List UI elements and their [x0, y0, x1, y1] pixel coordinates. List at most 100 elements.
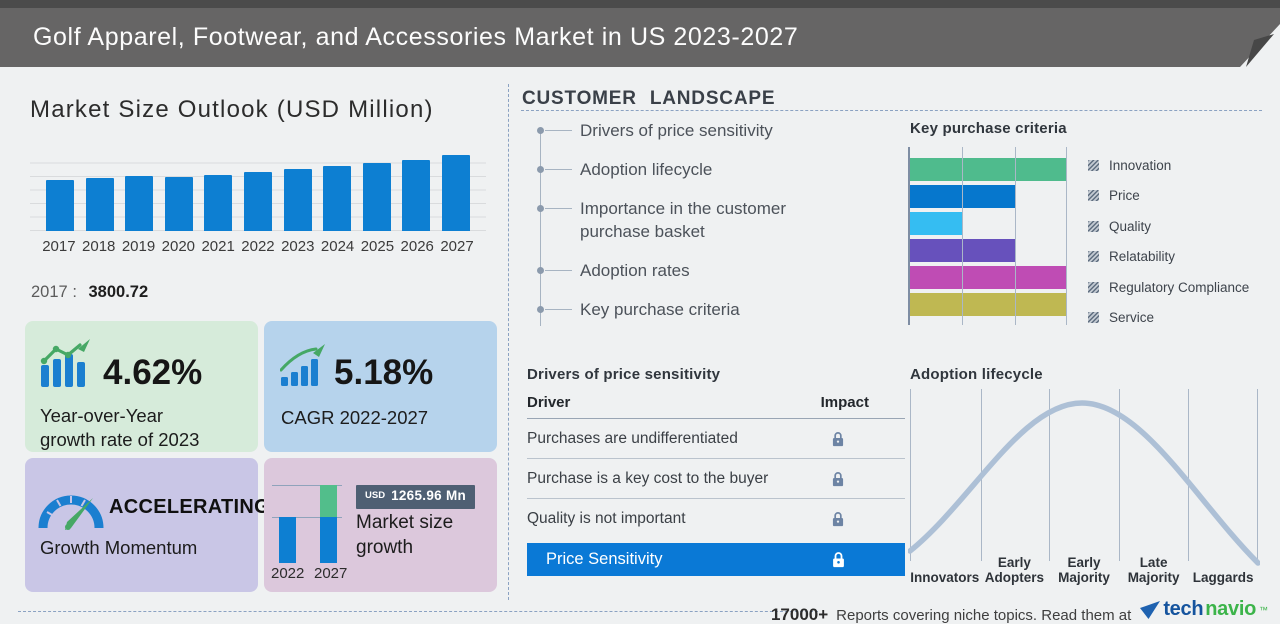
bullet-dot-icon: [537, 205, 544, 212]
kpc-legend-label: Innovation: [1109, 158, 1171, 173]
bullet-dot-icon: [537, 267, 544, 274]
mini-bar-2027-growth: [320, 485, 337, 517]
market-size-bar: [402, 160, 430, 232]
lock-icon: [831, 471, 847, 487]
cagr-label: CAGR 2022-2027: [281, 406, 428, 430]
column-impact: Impact: [821, 394, 869, 411]
customer-landscape-item: Adoption rates: [540, 259, 840, 282]
legend-hatch-marker-icon: [1088, 160, 1099, 171]
growth-amount-badge: USD 1265.96 Mn: [356, 485, 475, 509]
footer: 17000+ Reports covering niche topics. Re…: [771, 598, 1268, 624]
page-title: Golf Apparel, Footwear, and Accessories …: [33, 23, 798, 52]
bullet-connector: [545, 309, 572, 310]
report-count: 17000+: [771, 605, 828, 624]
key-purchase-criteria-legend: InnovationPriceQualityRelatabilityRegula…: [1088, 150, 1249, 333]
badge-amount: 1265.96 Mn: [391, 488, 466, 503]
market-size-bar: [125, 176, 153, 231]
customer-landscape-item-label: Key purchase criteria: [580, 300, 740, 319]
year-tick-label: 2026: [397, 238, 437, 255]
price-sensitivity-rows: Purchases are undifferentiatedPurchase i…: [527, 419, 905, 538]
driver-label: Purchase is a key cost to the buyer: [527, 470, 768, 488]
cagr-value: 5.18%: [334, 353, 433, 393]
kpc-bar-innovation: [910, 158, 1067, 181]
kpc-legend-label: Price: [1109, 188, 1140, 203]
momentum-value: ACCELERATING: [109, 496, 270, 519]
bullet-connector: [545, 208, 572, 209]
lock-icon: [831, 431, 847, 447]
market-size-bar: [165, 177, 193, 231]
legend-hatch-marker-icon: [1088, 282, 1099, 293]
market-size-callout: 2017 : 3800.72: [31, 283, 148, 302]
market-size-title: Market Size Outlook (USD Million): [30, 96, 434, 124]
kpc-legend-label: Regulatory Compliance: [1109, 280, 1249, 295]
year-tick-label: 2021: [198, 238, 238, 255]
kpc-legend-item: Innovation: [1088, 150, 1249, 181]
cagr-card: 5.18% CAGR 2022-2027: [264, 321, 497, 452]
yoy-label: Year-over-Year growth rate of 2023: [40, 404, 199, 452]
logo-navio: navio: [1205, 598, 1256, 621]
kpc-bar-regulatory-compliance: [910, 266, 1067, 289]
customer-landscape-list: Drivers of price sensitivity Adoption lif…: [540, 119, 840, 337]
kpc-legend-item: Service: [1088, 303, 1249, 334]
footer-message: Reports covering niche topics. Read them…: [836, 607, 1131, 624]
price-sensitivity-title: Drivers of price sensitivity: [527, 366, 720, 383]
bullet-dot-icon: [537, 166, 544, 173]
lock-icon: [831, 551, 847, 568]
year-tick-label: 2023: [278, 238, 318, 255]
customer-landscape-item: Importance in the customer purchase bask…: [540, 197, 840, 243]
bullet-dot-icon: [537, 127, 544, 134]
mini-year-2022: 2022: [271, 565, 304, 582]
market-size-bar: [442, 155, 470, 232]
market-size-chart: [30, 150, 486, 231]
customer-landscape-item-label: Adoption rates: [580, 261, 690, 280]
price-sensitivity-highlight-row: Price Sensitivity: [527, 543, 905, 576]
year-tick-label: 2024: [318, 238, 358, 255]
legend-hatch-marker-icon: [1088, 190, 1099, 201]
growth-momentum-card: ACCELERATING Growth Momentum: [25, 458, 258, 592]
year-tick-label: 2018: [79, 238, 119, 255]
adoption-stage-label: Early Majority: [1049, 555, 1119, 585]
bullet-connector: [545, 130, 572, 131]
adoption-lifecycle-title: Adoption lifecycle: [910, 366, 1043, 383]
adoption-stage-label: Innovators: [910, 570, 980, 585]
customer-landscape-item-label: Drivers of price sensitivity: [580, 121, 773, 140]
callout-year: 2017: [31, 283, 68, 301]
bullet-dot-icon: [537, 306, 544, 313]
customer-landscape-item-label: Adoption lifecycle: [580, 160, 712, 179]
page-corner-fold-icon: [1190, 0, 1280, 67]
customer-landscape-item-label: Importance in the customer purchase bask…: [580, 199, 786, 241]
mini-year-2027: 2027: [314, 565, 347, 582]
callout-separator: :: [72, 283, 77, 301]
infographic-page: Golf Apparel, Footwear, and Accessories …: [0, 0, 1280, 624]
mini-bar-2027-base: [320, 517, 337, 563]
technavio-logo[interactable]: technavio™: [1139, 598, 1268, 621]
customer-landscape-item: Drivers of price sensitivity: [540, 119, 840, 142]
market-size-bar: [244, 172, 272, 231]
section-divider: [508, 84, 509, 600]
bar-trend-icon: [38, 337, 94, 389]
momentum-label: Growth Momentum: [40, 536, 197, 560]
year-tick-label: 2019: [119, 238, 159, 255]
price-sensitivity-row: Purchase is a key cost to the buyer: [527, 459, 905, 499]
bullet-connector: [545, 169, 572, 170]
yoy-value: 4.62%: [103, 353, 202, 393]
adoption-lifecycle-chart: InnovatorsEarly AdoptersEarly MajorityLa…: [908, 389, 1260, 585]
market-size-bar: [284, 169, 312, 231]
market-size-year-axis: 2017201820192020202120222023202420252026…: [30, 238, 486, 255]
header-bar: Golf Apparel, Footwear, and Accessories …: [0, 0, 1280, 67]
logo-trademark: ™: [1259, 605, 1268, 615]
year-tick-label: 2017: [39, 238, 79, 255]
price-sensitivity-row: Quality is not important: [527, 499, 905, 538]
logo-tech: tech: [1163, 598, 1203, 621]
kpc-gridline: [1015, 147, 1016, 325]
customer-landscape-title: CUSTOMER LANDSCAPE: [522, 88, 775, 110]
customer-landscape-underline: [521, 110, 1262, 111]
mini-bar-2022: [279, 517, 296, 563]
customer-landscape-item: Key purchase criteria: [540, 298, 840, 321]
badge-currency: USD: [365, 490, 385, 501]
lock-icon: [831, 511, 847, 527]
market-size-bar: [86, 178, 114, 231]
callout-value: 3800.72: [89, 283, 149, 301]
market-size-bar: [46, 180, 74, 231]
key-purchase-criteria-title: Key purchase criteria: [910, 120, 1067, 137]
